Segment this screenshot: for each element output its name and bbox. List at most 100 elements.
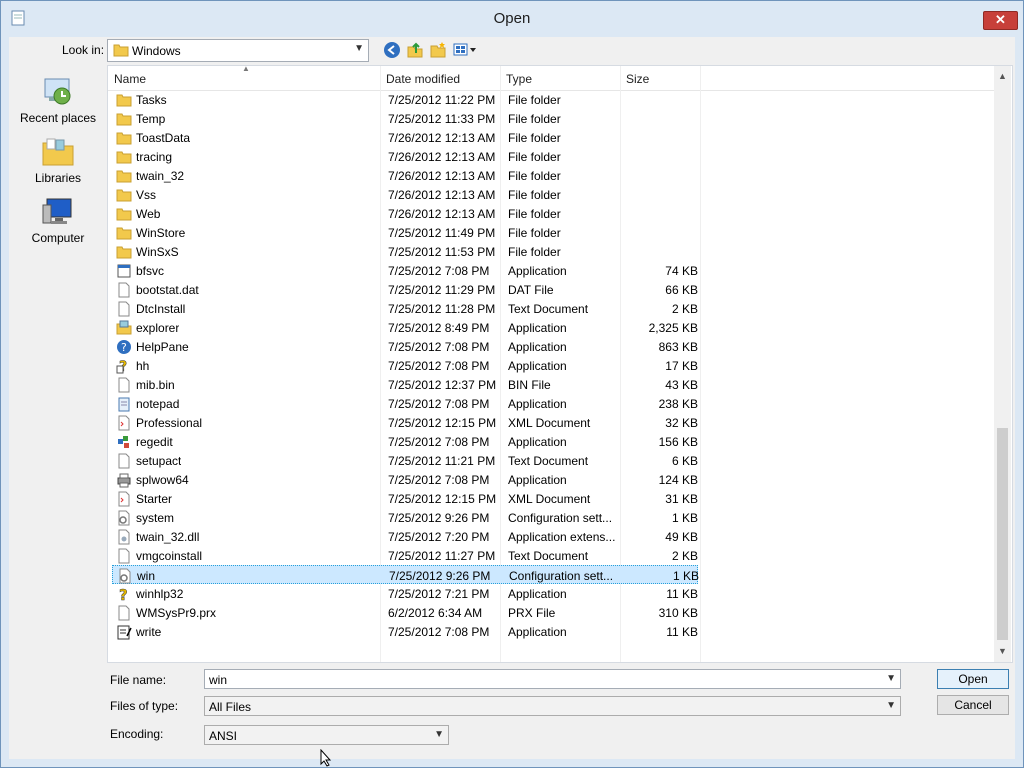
close-button[interactable]: ✕ [983,11,1018,30]
date-cell: 7/25/2012 11:49 PM [388,226,496,240]
date-cell: 7/25/2012 8:49 PM [388,321,490,335]
type-cell: XML Document [508,416,591,430]
file-name-label: File name: [110,673,167,687]
open-button[interactable]: Open [937,669,1009,689]
column-header-name[interactable]: Name [114,72,146,86]
size-cell: 1 KB [672,569,699,583]
table-row[interactable]: WMSysPr9.prx 6/2/2012 6:34 AM PRX File 310 … [112,603,698,622]
place-recent-places[interactable]: Recent places [9,75,107,125]
view-menu-icon[interactable] [453,41,479,59]
title-bar[interactable]: Open ✕ [1,1,1023,37]
chevron-down-icon[interactable]: ▼ [354,43,364,54]
table-row[interactable]: Starter 7/25/2012 12:15 PM XML Document 31 … [112,489,698,508]
table-row[interactable]: WinStore 7/25/2012 11:49 PM File folder [112,223,698,242]
place-computer[interactable]: Computer [9,195,107,245]
date-cell: 7/26/2012 12:13 AM [388,169,496,183]
table-row[interactable]: splwow64 7/25/2012 7:08 PM Application 124 … [112,470,698,489]
table-row[interactable]: bfsvc 7/25/2012 7:08 PM Application 74 KB [112,261,698,280]
table-row[interactable]: ToastData 7/26/2012 12:13 AM File folder [112,128,698,147]
table-row[interactable]: WinSxS 7/25/2012 11:53 PM File folder [112,242,698,261]
table-row[interactable]: bootstat.dat 7/25/2012 11:29 PM DAT File 66… [112,280,698,299]
type-cell: Configuration sett... [509,569,614,583]
file-name-cell: winhlp32 [136,587,184,601]
chevron-down-icon[interactable]: ▼ [434,729,444,740]
table-row[interactable]: vmgcoinstall 7/25/2012 11:27 PM Text Docum… [112,546,698,565]
up-folder-icon[interactable] [406,41,424,59]
table-row[interactable]: ? hh 7/25/2012 7:08 PM Application 17 KB [112,356,698,375]
type-cell: Application extens... [508,530,616,544]
date-cell: 7/25/2012 11:22 PM [388,93,496,107]
type-cell: Application [508,321,567,335]
table-row[interactable]: twain_32 7/26/2012 12:13 AM File folder [112,166,698,185]
place-label: Libraries [34,171,82,185]
folder-icon [116,208,132,221]
scroll-up-icon[interactable]: ▲ [994,68,1011,85]
files-of-type-value: All Files [209,700,252,714]
files-of-type-select[interactable]: All Files ▼ [204,696,901,716]
file-name-cell: WinStore [136,226,186,240]
date-cell: 7/25/2012 7:08 PM [388,435,490,449]
write-icon [117,625,132,640]
file-name-cell: Vss [136,188,157,202]
table-row[interactable]: write 7/25/2012 7:08 PM Application 11 KB [112,622,698,641]
scroll-thumb[interactable] [997,428,1008,640]
file-name-cell: notepad [136,397,180,411]
type-cell: PRX File [508,606,556,620]
table-row[interactable]: Web 7/26/2012 12:13 AM File folder [112,204,698,223]
folder-icon [116,151,132,164]
column-header-date[interactable]: Date modified [386,72,460,86]
look-in-combo[interactable]: Windows ▼ [107,39,369,62]
new-folder-icon[interactable] [429,41,447,59]
encoding-select[interactable]: ANSI ▼ [204,725,449,745]
table-row[interactable]: ? winhlp32 7/25/2012 7:21 PM Application 11 … [112,584,698,603]
config-icon [118,510,130,526]
table-row[interactable]: mib.bin 7/25/2012 12:37 PM BIN File 43 KB [112,375,698,394]
table-row[interactable]: ? HelpPane 7/25/2012 7:08 PM Application 863… [112,337,698,356]
xml-icon [118,491,130,507]
size-cell: 6 KB [671,454,698,468]
table-row[interactable]: tracing 7/26/2012 12:13 AM File folder [112,147,698,166]
file-list[interactable]: ▲ Name Date modified Type Size Tasks 7/25… [107,64,1013,663]
table-row[interactable]: Temp 7/25/2012 11:33 PM File folder [112,109,698,128]
file-name-input[interactable]: win ▼ [204,669,901,689]
chevron-down-icon[interactable]: ▼ [886,700,896,711]
type-cell: Application [508,340,567,354]
window-title: Open [493,10,531,27]
folder-icon [116,170,132,183]
cancel-button[interactable]: Cancel [937,695,1009,715]
column-header-type[interactable]: Type [506,72,532,86]
table-row[interactable]: explorer 7/25/2012 8:49 PM Application 2,32… [112,318,698,337]
table-row[interactable]: setupact 7/25/2012 11:21 PM Text Document 6… [112,451,698,470]
table-row[interactable]: Tasks 7/25/2012 11:22 PM File folder [112,90,698,109]
table-row[interactable]: system 7/25/2012 9:26 PM Configuration set… [112,508,698,527]
column-divider[interactable] [700,66,701,662]
folder-icon [116,246,132,259]
column-header-size[interactable]: Size [626,72,649,86]
size-cell: 11 KB [666,587,698,601]
type-cell: File folder [508,112,561,126]
vertical-scrollbar[interactable]: ▲ ▼ [994,66,1011,662]
file-name-value: win [209,673,228,687]
table-row[interactable]: regedit 7/25/2012 7:08 PM Application 156 K… [112,432,698,451]
table-row[interactable]: Vss 7/26/2012 12:13 AM File folder [112,185,698,204]
size-cell: 11 KB [666,625,698,639]
size-cell: 310 KB [658,606,698,620]
places-bar: Recent places Libraries Computer [9,65,107,665]
date-cell: 7/25/2012 9:26 PM [388,511,490,525]
scroll-down-icon[interactable]: ▼ [994,643,1011,660]
table-row[interactable]: notepad 7/25/2012 7:08 PM Application 238 K… [112,394,698,413]
folder-icon [116,227,132,240]
file-icon [118,377,130,393]
table-row[interactable]: DtcInstall 7/25/2012 11:28 PM Text Documen… [112,299,698,318]
table-row-selected[interactable]: win 7/25/2012 9:26 PM Configuration sett..… [112,565,699,584]
table-row[interactable]: twain_32.dll 7/25/2012 7:20 PM Application… [112,527,698,546]
file-name-cell: WinSxS [136,245,179,259]
type-cell: File folder [508,131,561,145]
back-icon[interactable] [383,41,401,59]
place-libraries[interactable]: Libraries [9,135,107,185]
size-cell: 2,325 KB [648,321,698,335]
chevron-down-icon[interactable]: ▼ [886,673,896,684]
date-cell: 7/25/2012 11:33 PM [388,112,496,126]
file-name-cell: mib.bin [136,378,175,392]
table-row[interactable]: Professional 7/25/2012 12:15 PM XML Docume… [112,413,698,432]
